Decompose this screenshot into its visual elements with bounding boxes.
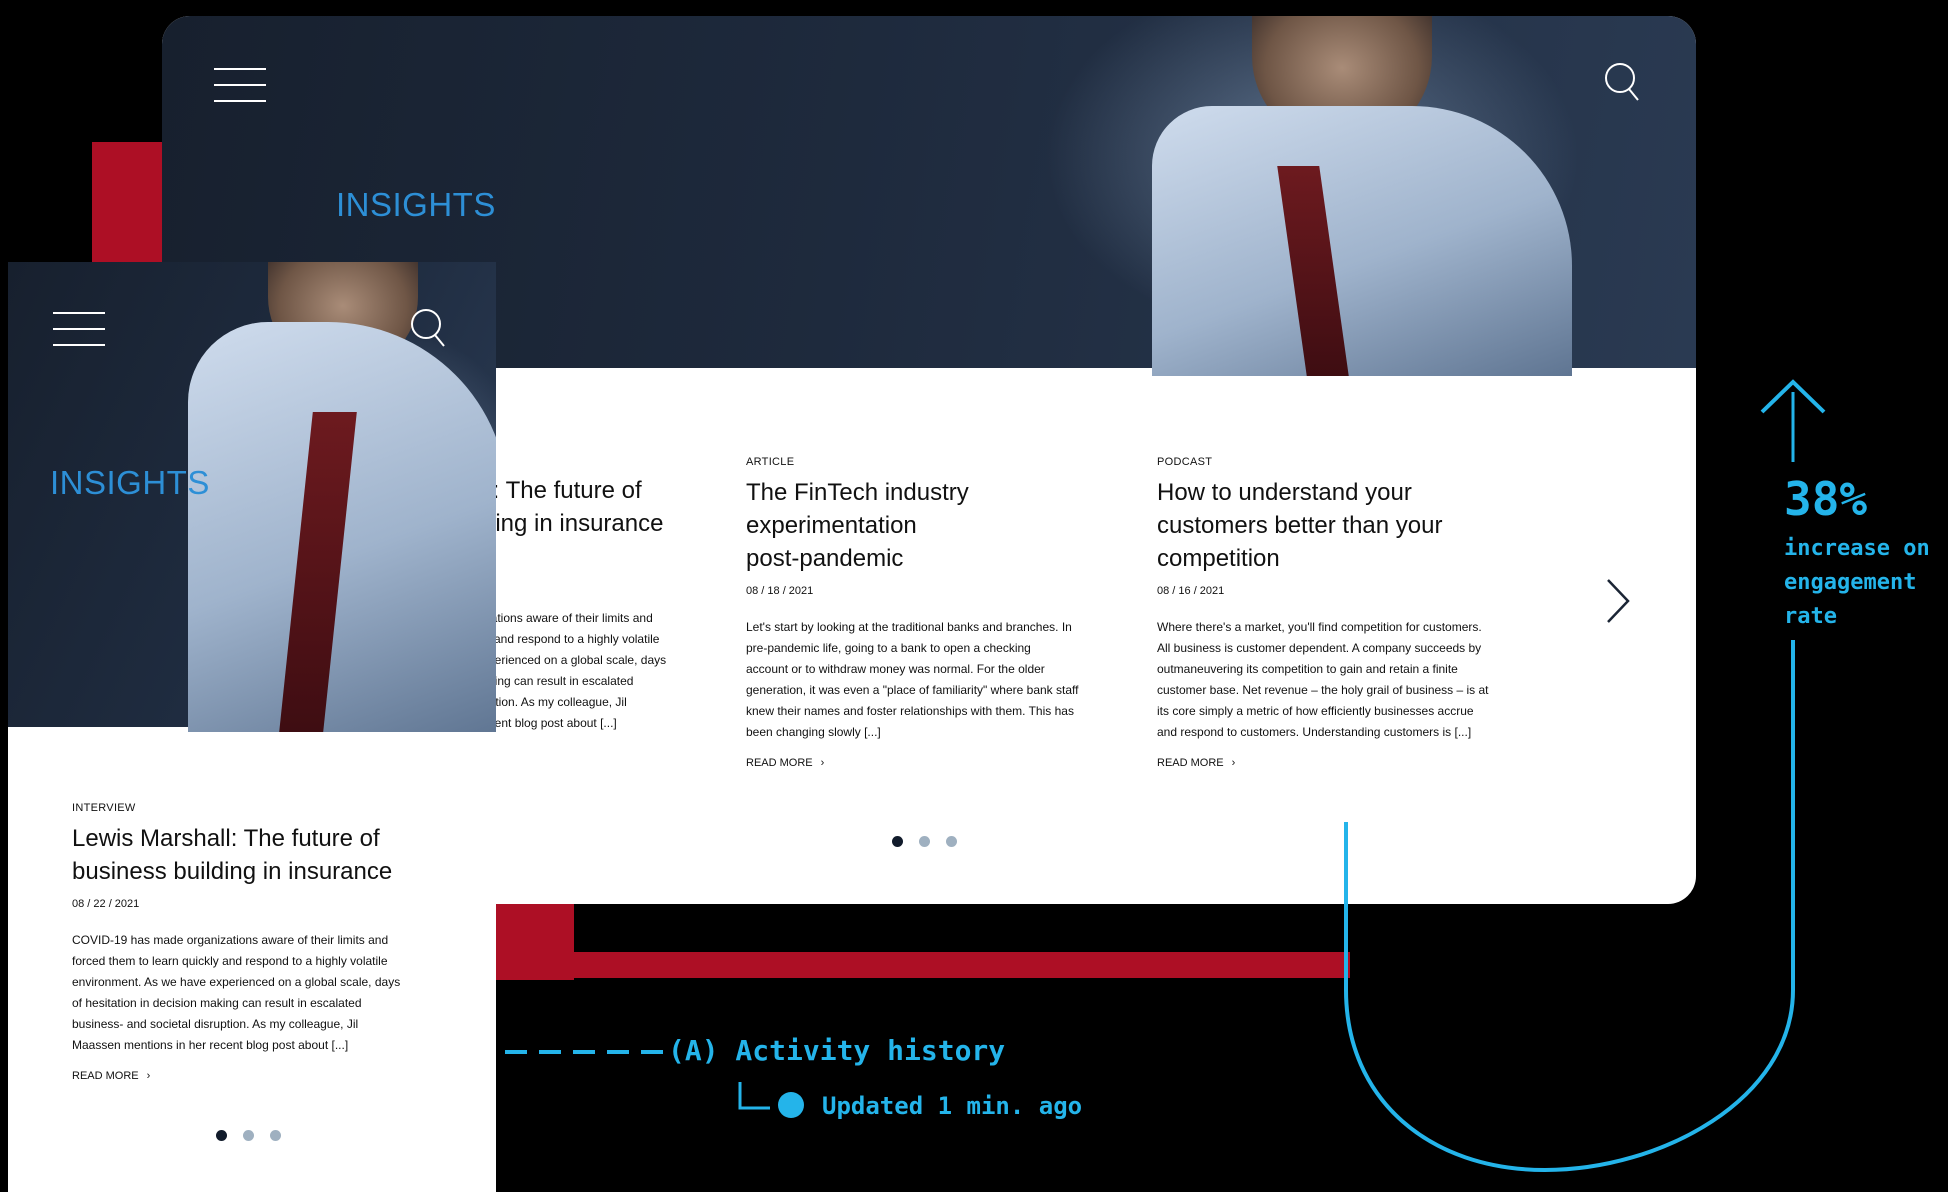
clock-icon <box>778 1092 804 1118</box>
annotation-connector-lines <box>505 379 1826 1173</box>
activity-history-label[interactable]: (A) Activity history <box>668 1034 1005 1067</box>
stat-value: 38% <box>1784 472 1868 526</box>
stat-caption: increase on engagement rate <box>1784 536 1930 629</box>
updated-timestamp: Updated 1 min. ago <box>822 1092 1083 1120</box>
